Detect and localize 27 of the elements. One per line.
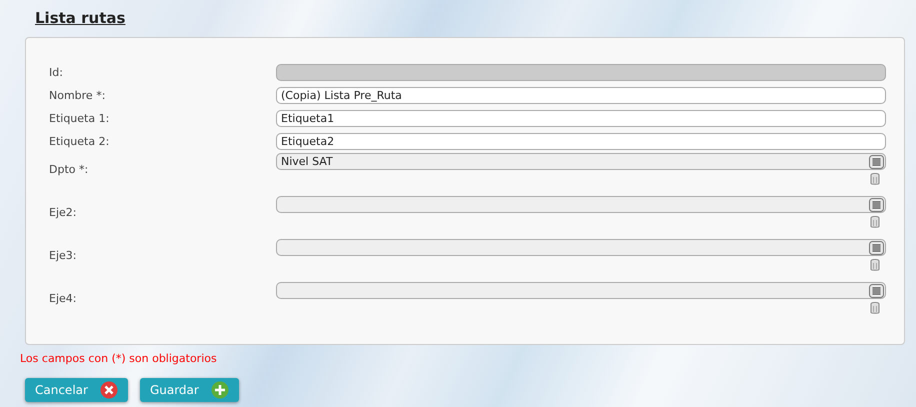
list-icon[interactable] (869, 240, 884, 254)
close-icon (100, 381, 118, 399)
list-icon[interactable] (869, 198, 884, 212)
select-field[interactable] (276, 196, 886, 213)
input-field[interactable]: Etiqueta1 (276, 110, 886, 127)
trash-icon[interactable] (870, 302, 880, 314)
list-icon[interactable] (869, 154, 884, 168)
field-label: Etiqueta 2: (49, 135, 110, 148)
field-label: Eje2: (49, 205, 78, 219)
field-label: Nombre *: (49, 89, 106, 102)
field-label: Eje4: (49, 291, 78, 305)
trash-icon[interactable] (870, 259, 880, 271)
select-field[interactable] (276, 239, 886, 256)
required-note: Los campos con (*) son obligatorios (20, 352, 218, 367)
select-field[interactable] (276, 282, 886, 299)
field-label: Etiqueta 1: (49, 112, 110, 125)
field-label: Eje3: (49, 248, 78, 262)
input-field[interactable]: (Copia) Lista Pre_Ruta (276, 87, 886, 104)
select-field[interactable]: Nivel SAT (276, 153, 886, 170)
page-title: Lista rutas (35, 9, 126, 29)
plus-icon (210, 381, 229, 399)
trash-icon[interactable] (870, 216, 880, 228)
trash-icon[interactable] (870, 173, 880, 185)
field-label: Dpto *: (49, 162, 90, 176)
input-field[interactable]: Etiqueta2 (276, 133, 886, 150)
field-label: Id: (49, 66, 64, 79)
list-icon[interactable] (869, 284, 884, 298)
